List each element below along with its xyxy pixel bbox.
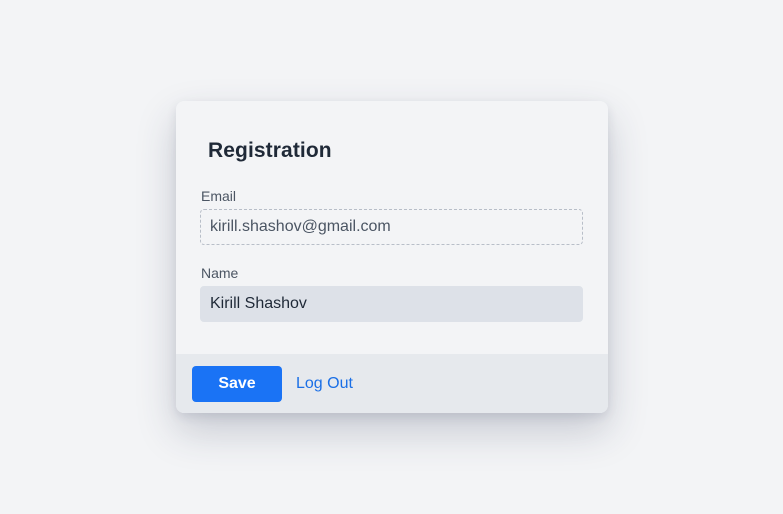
registration-card: Registration Email Name Save Log Out	[176, 101, 608, 413]
card-footer: Save Log Out	[176, 354, 608, 413]
page-title: Registration	[208, 139, 332, 162]
email-field[interactable]	[200, 209, 583, 245]
name-field[interactable]	[200, 286, 583, 322]
name-label: Name	[201, 265, 239, 281]
save-button[interactable]: Save	[192, 366, 282, 402]
email-label: Email	[201, 188, 237, 204]
logout-link[interactable]: Log Out	[296, 375, 353, 393]
